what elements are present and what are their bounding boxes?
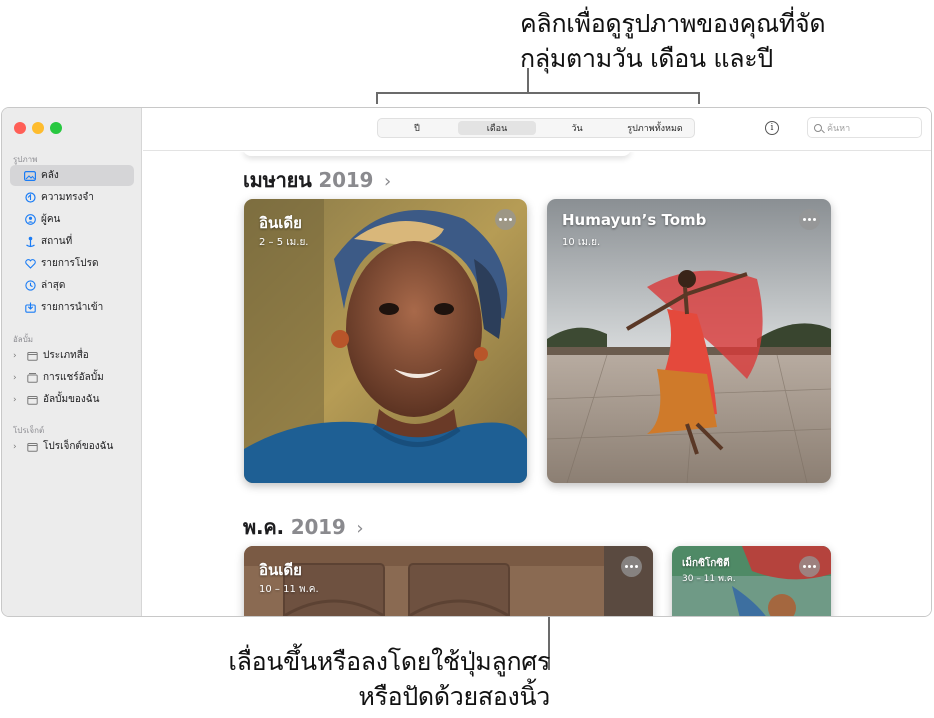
callout-bottom-line2: หรือปัดด้วยสองนิ้ว <box>358 682 550 711</box>
photo-grid[interactable]: เมษายน 2019 › อินเดีย 2 – 5 เม.ย. Humayu… <box>143 152 931 616</box>
sidebar-item-label: สถานที่ <box>41 236 73 247</box>
folder-icon <box>26 350 38 362</box>
callout-top-stem <box>527 68 529 92</box>
month-header[interactable]: พ.ค. 2019 › <box>243 511 364 543</box>
card-date: 2 – 5 เม.ย. <box>259 237 309 248</box>
sidebar-item-label: รายการนำเข้า <box>41 302 104 313</box>
close-window-button[interactable] <box>14 122 26 134</box>
card-date: 30 – 11 พ.ค. <box>682 574 736 584</box>
toolbar: ปี เดือน วัน รูปภาพทั้งหมด i ค้นหา <box>143 108 931 151</box>
month-card[interactable]: อินเดีย 10 – 11 พ.ค. <box>244 546 653 616</box>
tab-days[interactable]: วัน <box>538 119 616 137</box>
search-placeholder: ค้นหา <box>827 123 851 134</box>
callout-top: คลิกเพื่อดูรูปภาพของคุณที่จัด กลุ่มตามวั… <box>520 6 920 76</box>
sidebar-item-places[interactable]: สถานที่ <box>10 231 134 252</box>
card-date: 10 เม.ย. <box>562 237 601 248</box>
sidebar-item-label: อัลบั้มของฉัน <box>43 394 100 405</box>
chevron-right-icon[interactable]: › <box>13 395 17 405</box>
month-name: พ.ค. <box>243 515 284 539</box>
month-card[interactable]: เม็กซิโกซิตี 30 – 11 พ.ค. <box>672 546 831 616</box>
month-year: 2019 <box>290 515 346 539</box>
places-icon <box>24 236 36 248</box>
chevron-right-icon: › <box>356 518 364 539</box>
callout-bottom: เลื่อนขึ้นหรือลงโดยใช้ปุ่มลูกศร หรือปัดด… <box>150 644 550 714</box>
sidebar-item-favorites[interactable]: รายการโปรด <box>10 253 134 274</box>
more-options-button[interactable] <box>799 556 820 577</box>
month-card[interactable]: อินเดีย 2 – 5 เม.ย. <box>244 199 527 483</box>
previous-card-edge <box>243 152 631 156</box>
shared-album-icon <box>26 372 38 384</box>
month-name: เมษายน <box>243 168 312 192</box>
folder-icon <box>26 394 38 406</box>
sidebar-item-label: ล่าสุด <box>41 280 66 291</box>
photo-library-icon <box>24 170 36 182</box>
search-icon <box>814 123 822 132</box>
view-segmented-control: ปี เดือน วัน รูปภาพทั้งหมด <box>377 118 695 138</box>
sidebar-item-library[interactable]: คลัง <box>10 165 134 186</box>
sidebar-item-people[interactable]: ผู้คน <box>10 209 134 230</box>
callout-top-line2: กลุ่มตามวัน เดือน และปี <box>520 44 773 73</box>
more-options-button[interactable] <box>621 556 642 577</box>
sidebar-item-label: การแชร์อัลบั้ม <box>43 372 104 383</box>
sidebar-item-label: ประเภทสื่อ <box>43 350 89 361</box>
chevron-right-icon: › <box>384 171 392 192</box>
architecture-photo <box>244 546 653 616</box>
callout-bottom-line1: เลื่อนขึ้นหรือลงโดยใช้ปุ่มลูกศร <box>228 647 550 676</box>
card-title: Humayun’s Tomb <box>562 211 707 229</box>
tab-months[interactable]: เดือน <box>458 121 536 135</box>
sidebar-item-label: โปรเจ็กต์ของฉัน <box>43 441 114 452</box>
info-button[interactable]: i <box>765 121 779 135</box>
minimize-window-button[interactable] <box>32 122 44 134</box>
card-title: เม็กซิโกซิตี <box>682 558 730 569</box>
sidebar-item-label: คลัง <box>41 170 59 181</box>
month-header[interactable]: เมษายน 2019 › <box>243 164 391 196</box>
photos-window: รูปภาพ คลัง ความทรงจำ ผู้คน สถานที่ รายก… <box>1 107 932 617</box>
month-year: 2019 <box>318 168 374 192</box>
callout-top-bracket <box>376 92 700 104</box>
chevron-right-icon[interactable]: › <box>13 442 17 452</box>
import-icon <box>24 302 36 314</box>
zoom-window-button[interactable] <box>50 122 62 134</box>
more-options-button[interactable] <box>799 209 820 230</box>
folder-icon <box>26 441 38 453</box>
callout-top-line1: คลิกเพื่อดูรูปภาพของคุณที่จัด <box>520 9 826 38</box>
heart-icon <box>24 258 36 270</box>
recent-clock-icon <box>24 280 36 292</box>
month-card[interactable]: Humayun’s Tomb 10 เม.ย. <box>547 199 831 483</box>
card-date: 10 – 11 พ.ค. <box>259 584 319 595</box>
tab-all-photos[interactable]: รูปภาพทั้งหมด <box>616 119 694 137</box>
chevron-right-icon[interactable]: › <box>13 351 17 361</box>
sidebar-item-memories[interactable]: ความทรงจำ <box>10 187 134 208</box>
sidebar-item-my-projects[interactable]: › โปรเจ็กต์ของฉัน <box>10 436 134 457</box>
chevron-right-icon[interactable]: › <box>13 373 17 383</box>
sidebar-item-media-types[interactable]: › ประเภทสื่อ <box>10 345 134 366</box>
search-field[interactable]: ค้นหา <box>807 117 922 138</box>
sidebar-item-my-albums[interactable]: › อัลบั้มของฉัน <box>10 389 134 410</box>
sidebar-item-imports[interactable]: รายการนำเข้า <box>10 297 134 318</box>
sidebar-item-shared-albums[interactable]: › การแชร์อัลบั้ม <box>10 367 134 388</box>
tab-years[interactable]: ปี <box>378 119 456 137</box>
sidebar-item-label: ความทรงจำ <box>41 192 94 203</box>
sidebar-item-label: รายการโปรด <box>41 258 99 269</box>
memories-icon <box>24 192 36 204</box>
card-title: อินเดีย <box>259 214 302 232</box>
people-icon <box>24 214 36 226</box>
card-title: อินเดีย <box>259 561 302 579</box>
more-options-button[interactable] <box>495 209 516 230</box>
sidebar: รูปภาพ คลัง ความทรงจำ ผู้คน สถานที่ รายก… <box>2 108 142 616</box>
sidebar-item-label: ผู้คน <box>41 214 61 225</box>
sidebar-item-recents[interactable]: ล่าสุด <box>10 275 134 296</box>
